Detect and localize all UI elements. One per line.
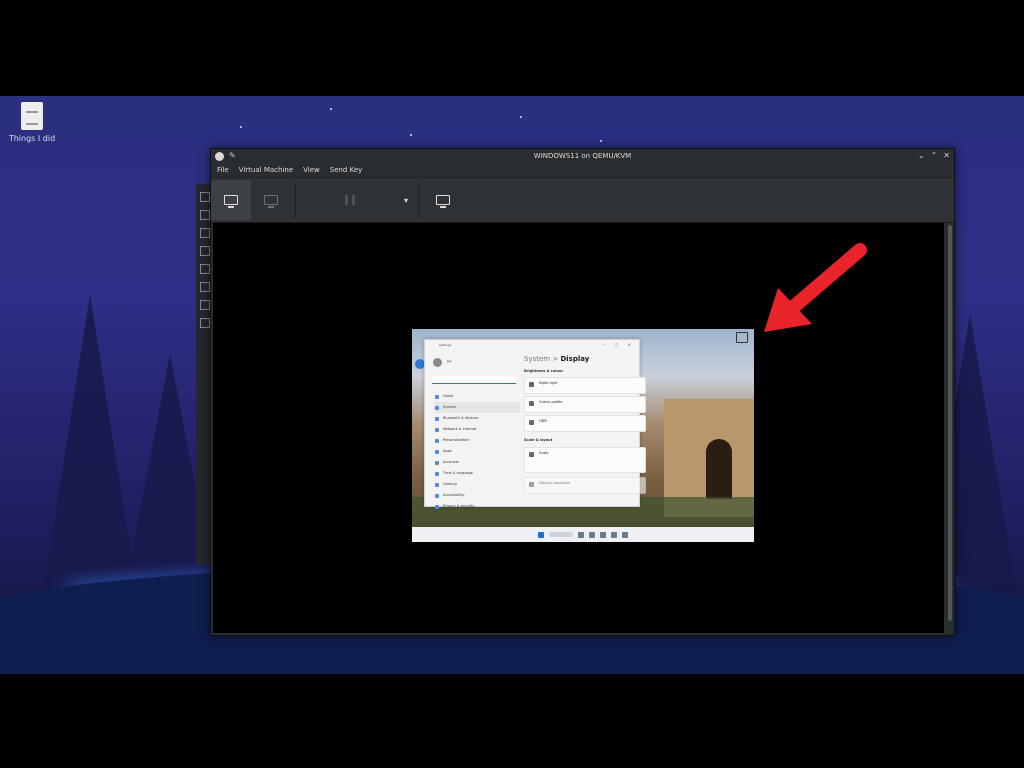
settings-window[interactable]: Settings – ▢ ✕ Jay Home System Bluetooth… bbox=[424, 339, 646, 509]
sidebar-icon bbox=[200, 246, 210, 256]
nav-item-privacy[interactable]: Privacy & security bbox=[434, 501, 520, 512]
power-dropdown-button[interactable]: ▾ bbox=[404, 196, 408, 205]
star bbox=[410, 134, 412, 136]
menu-virtual-machine[interactable]: Virtual Machine bbox=[239, 166, 293, 174]
sidebar-icon bbox=[200, 264, 210, 274]
menu-view[interactable]: View bbox=[303, 166, 320, 174]
menu-bar: File Virtual Machine View Send Key bbox=[211, 163, 954, 177]
details-view-button[interactable] bbox=[251, 180, 291, 220]
toolbar-separator bbox=[295, 182, 296, 218]
taskbar-app-icon[interactable] bbox=[622, 531, 628, 538]
taskbar-app-icon[interactable] bbox=[589, 531, 595, 538]
fullscreen-button[interactable] bbox=[423, 180, 463, 220]
toolbar: ▾ bbox=[211, 177, 954, 223]
sidebar-icon bbox=[200, 210, 210, 220]
taskbar-search[interactable] bbox=[549, 532, 573, 537]
start-icon[interactable] bbox=[538, 531, 544, 538]
details-icon bbox=[264, 195, 278, 208]
desktop-file[interactable]: Things I did bbox=[8, 102, 56, 143]
maximize-button[interactable]: ⌃ bbox=[931, 151, 938, 161]
card-title: HDR bbox=[539, 419, 547, 423]
red-arrow-annotation bbox=[764, 243, 867, 332]
user-name: Jay bbox=[447, 359, 452, 363]
menu-file[interactable]: File bbox=[217, 166, 229, 174]
setting-card[interactable]: Night light bbox=[524, 377, 646, 394]
pause-button[interactable] bbox=[300, 180, 400, 220]
window-title: WINDOWS11 on QEMU/KVM bbox=[533, 152, 632, 160]
sidebar-icon bbox=[200, 228, 210, 238]
pause-icon bbox=[345, 195, 355, 205]
monitor-icon bbox=[224, 195, 238, 208]
nav-item-accounts[interactable]: Accounts bbox=[434, 457, 520, 468]
setting-card[interactable]: HDR bbox=[524, 415, 646, 432]
breadcrumb: System > Display bbox=[524, 355, 589, 363]
arrow-shaft bbox=[783, 243, 867, 317]
card-title: Scale bbox=[539, 451, 549, 455]
section-heading: Scale & layout bbox=[524, 438, 553, 442]
card-title: Display resolution bbox=[539, 481, 571, 485]
vertical-scrollbar[interactable] bbox=[948, 225, 952, 621]
star bbox=[330, 108, 332, 110]
card-title: Night light bbox=[539, 381, 558, 385]
nav-item-network[interactable]: Network & internet bbox=[434, 424, 520, 435]
recycle-bin-icon[interactable] bbox=[736, 332, 748, 343]
sidebar-icon bbox=[200, 300, 210, 310]
console-view-button[interactable] bbox=[211, 180, 251, 220]
taskbar-app-icon[interactable] bbox=[578, 531, 584, 538]
nav-item-bluetooth[interactable]: Bluetooth & devices bbox=[434, 413, 520, 424]
setting-card[interactable]: Scale bbox=[524, 447, 646, 473]
nav-item-accessibility[interactable]: Accessibility bbox=[434, 490, 520, 501]
vm-viewer-window: ✎ WINDOWS11 on QEMU/KVM ⌄ ⌃ ✕ File Virtu… bbox=[210, 148, 955, 636]
taskbar-app-icon[interactable] bbox=[611, 531, 617, 538]
star bbox=[240, 126, 242, 128]
sidebar-icon bbox=[200, 318, 210, 328]
nav-item-time[interactable]: Time & language bbox=[434, 468, 520, 479]
star bbox=[520, 116, 522, 118]
nav-item-system[interactable]: System bbox=[434, 402, 520, 413]
nav-item-gaming[interactable]: Gaming bbox=[434, 479, 520, 490]
close-button[interactable]: ✕ bbox=[943, 151, 950, 161]
settings-window-controls[interactable]: – ▢ ✕ bbox=[603, 342, 635, 347]
breadcrumb-current: Display bbox=[560, 355, 590, 363]
toolbar-separator bbox=[418, 182, 420, 218]
nav-item-apps[interactable]: Apps bbox=[434, 446, 520, 457]
card-title: Colour profile bbox=[539, 400, 563, 404]
sidebar-icon bbox=[200, 282, 210, 292]
sidebar-icon bbox=[200, 192, 210, 202]
breadcrumb-parent[interactable]: System bbox=[524, 355, 550, 363]
settings-search-input[interactable] bbox=[432, 376, 516, 384]
menu-send-key[interactable]: Send Key bbox=[330, 166, 363, 174]
setting-card[interactable]: Display resolution bbox=[524, 477, 646, 494]
guest-screen[interactable]: Settings – ▢ ✕ Jay Home System Bluetooth… bbox=[412, 329, 754, 542]
text-file-icon bbox=[21, 102, 43, 130]
star bbox=[600, 140, 602, 142]
section-heading: Brightness & colour bbox=[524, 369, 564, 373]
settings-title: Settings bbox=[439, 343, 452, 347]
avatar bbox=[433, 358, 442, 367]
minimize-button[interactable]: ⌄ bbox=[918, 151, 925, 161]
nav-item-home[interactable]: Home bbox=[434, 391, 520, 402]
fullscreen-icon bbox=[436, 195, 451, 208]
desktop-file-label: Things I did bbox=[8, 134, 56, 143]
taskbar-app-icon[interactable] bbox=[600, 531, 606, 538]
breadcrumb-separator: > bbox=[552, 355, 559, 363]
guest-taskbar bbox=[412, 527, 754, 542]
wallpaper-arch bbox=[706, 439, 732, 499]
nav-item-personalization[interactable]: Personalization bbox=[434, 435, 520, 446]
settings-nav: Home System Bluetooth & devices Network … bbox=[434, 391, 520, 512]
setting-card[interactable]: Colour profile bbox=[524, 396, 646, 413]
title-bar[interactable]: ✎ WINDOWS11 on QEMU/KVM ⌄ ⌃ ✕ bbox=[211, 149, 954, 163]
